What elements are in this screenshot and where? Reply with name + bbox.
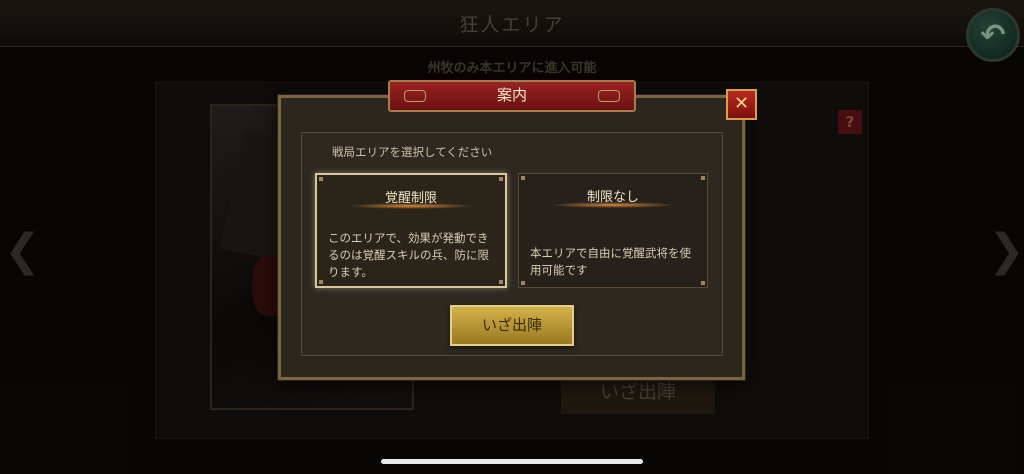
banner-ornament [598, 90, 620, 102]
home-indicator[interactable] [381, 459, 643, 464]
option-awakening-limit[interactable]: 覚醒制限 このエリアで、効果が発動できるのは覚醒スキルの兵、防に限ります。 [315, 173, 507, 288]
frame-corner [319, 177, 323, 181]
frame-corner [521, 281, 525, 285]
frame-corner [701, 176, 705, 180]
frame-corner [701, 281, 705, 285]
frame-corner [319, 280, 323, 284]
option-no-limit[interactable]: 制限なし 本エリアで自由に覚醒武将を使用可能です [518, 173, 708, 288]
sortie-button[interactable]: いざ出陣 [450, 305, 574, 346]
dialog-instruction: 戦局エリアを選択してください [332, 145, 493, 159]
option-description: 本エリアで自由に覚醒武将を使用可能です [530, 246, 691, 277]
frame-corner [521, 176, 525, 180]
banner-ornament [404, 90, 426, 102]
close-icon: ✕ [733, 93, 750, 114]
frame-corner [499, 280, 503, 284]
frame-corner [499, 177, 503, 181]
dialog-title-banner: 案内 [388, 80, 636, 112]
option-description: このエリアで、効果が発動できるのは覚醒スキルの兵、防に限ります。 [328, 231, 489, 279]
dialog-title: 案内 [496, 86, 527, 104]
close-button[interactable]: ✕ [726, 89, 757, 120]
title-underline-glow [549, 202, 677, 208]
title-underline-glow [347, 203, 475, 209]
